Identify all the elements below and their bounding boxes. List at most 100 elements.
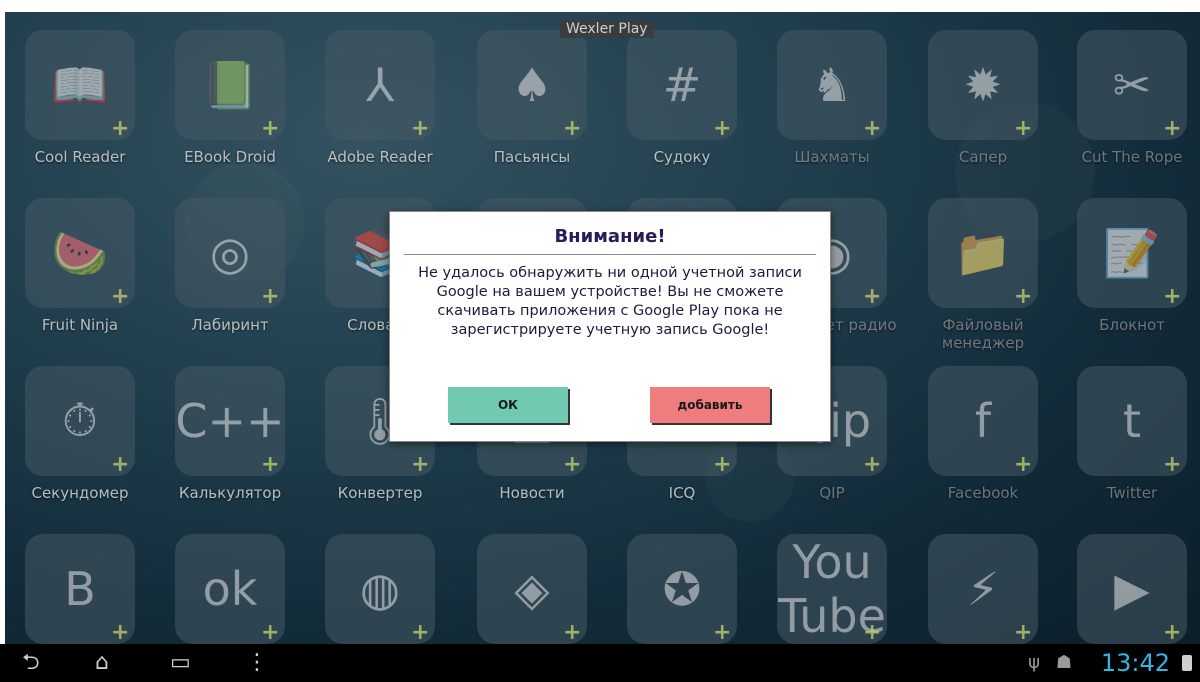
back-icon[interactable]: ⮌ — [22, 651, 40, 675]
install-plus-icon: + — [1163, 452, 1182, 477]
app-winamp[interactable]: ⚡ + — [908, 534, 1058, 652]
calculator-icon: C++ + — [175, 366, 285, 476]
app-navigator[interactable]: ✪ + — [607, 534, 757, 652]
home-icon[interactable]: ⌂ — [95, 651, 109, 675]
install-plus-icon: + — [411, 620, 430, 645]
window-title: Wexler Play — [560, 20, 654, 38]
app-vk[interactable]: B + — [5, 534, 155, 652]
app-facebook[interactable]: f + Facebook — [908, 366, 1058, 502]
app-sudoku[interactable]: # + Судоку — [607, 30, 757, 166]
app-labyrinth[interactable]: ◎ + Лабиринт — [155, 198, 305, 334]
install-plus-icon: + — [713, 116, 732, 141]
twitter-icon: t + — [1077, 366, 1187, 476]
dialog-separator — [404, 254, 816, 255]
app-maps[interactable]: ◈ + — [457, 534, 607, 652]
alert-dialog: Внимание! Не удалось обнаружить ни одной… — [389, 211, 831, 442]
install-plus-icon: + — [863, 284, 882, 309]
app-folder[interactable]: 📁 + Файловый менеджер — [908, 198, 1058, 352]
notepad-icon: 📝 + — [1077, 198, 1187, 308]
fruit-ninja-icon: 🍉 + — [25, 198, 135, 308]
app-label: Блокнот — [1099, 316, 1165, 334]
install-plus-icon: + — [411, 452, 430, 477]
install-plus-icon: + — [1014, 620, 1033, 645]
system-navigation-bar: ⮌ ⌂ ▭ ⋮ ψ ☗ 13:42 — [0, 644, 1200, 682]
app-label: ICQ — [668, 484, 696, 502]
menu-icon[interactable]: ⋮ — [246, 651, 268, 675]
navigator-icon: ✪ + — [627, 534, 737, 644]
app-ebook[interactable]: 📗 + EBook Droid — [155, 30, 305, 166]
cards-icon: ♠ + — [477, 30, 587, 140]
app-label: Файловый менеджер — [941, 316, 1025, 352]
install-plus-icon: + — [261, 116, 280, 141]
recent-apps-icon[interactable]: ▭ — [170, 651, 191, 675]
app-odnoklassniki[interactable]: ok + — [155, 534, 305, 652]
install-plus-icon: + — [863, 452, 882, 477]
usb-icon: ψ — [1028, 652, 1040, 673]
vk-icon: B + — [25, 534, 135, 644]
ok-button[interactable]: ОК — [448, 387, 568, 423]
install-plus-icon: + — [1014, 116, 1033, 141]
install-plus-icon: + — [713, 620, 732, 645]
clock[interactable]: 13:42 — [1101, 649, 1170, 677]
install-plus-icon: + — [261, 620, 280, 645]
app-browser[interactable]: ◍ + — [305, 534, 455, 652]
browser-icon: ◍ + — [325, 534, 435, 644]
app-twitter[interactable]: t + Twitter — [1057, 366, 1200, 502]
install-plus-icon: + — [863, 116, 882, 141]
app-label: Facebook — [947, 484, 1019, 502]
app-label: Конвертер — [337, 484, 423, 502]
stopwatch-icon: ⏱ + — [25, 366, 135, 476]
install-plus-icon: + — [713, 452, 732, 477]
app-label: Новости — [499, 484, 565, 502]
youtube-icon: You Tube + — [777, 534, 887, 645]
android-debug-icon: ☗ — [1055, 652, 1072, 673]
app-label: QIP — [819, 484, 845, 502]
battery-icon — [1182, 655, 1192, 671]
install-plus-icon: + — [1163, 284, 1182, 309]
install-plus-icon: + — [1014, 452, 1033, 477]
app-label: Секундомер — [31, 484, 129, 502]
add-account-button[interactable]: добавить — [650, 387, 770, 423]
labyrinth-icon: ◎ + — [175, 198, 285, 308]
install-plus-icon: + — [111, 452, 130, 477]
app-mine[interactable]: ✹ + Сапер — [908, 30, 1058, 166]
folder-icon: 📁 + — [928, 198, 1038, 308]
app-fruit-ninja[interactable]: 🍉 + Fruit Ninja — [5, 198, 155, 334]
app-label: Cool Reader — [34, 148, 126, 166]
app-cards[interactable]: ♠ + Пасьянсы — [457, 30, 607, 166]
video-player-icon: ▶ + — [1077, 534, 1187, 644]
app-pdf[interactable]: ⅄ + Adobe Reader — [305, 30, 455, 166]
cut-rope-icon: ✂ + — [1077, 30, 1187, 140]
install-plus-icon: + — [261, 452, 280, 477]
dialog-title: Внимание! — [554, 226, 666, 247]
ebook-icon: 📗 + — [175, 30, 285, 140]
pdf-icon: ⅄ + — [325, 30, 435, 140]
install-plus-icon: + — [1163, 116, 1182, 141]
mine-icon: ✹ + — [928, 30, 1038, 140]
app-label: Шахматы — [794, 148, 870, 166]
app-label: Судоку — [653, 148, 711, 166]
install-plus-icon: + — [1163, 620, 1182, 645]
app-label: EBook Droid — [184, 148, 276, 166]
app-notepad[interactable]: 📝 + Блокнот — [1057, 198, 1200, 334]
app-calculator[interactable]: C++ + Калькулятор — [155, 366, 305, 502]
app-youtube[interactable]: You Tube + — [757, 534, 907, 652]
install-plus-icon: + — [563, 620, 582, 645]
install-plus-icon: + — [111, 116, 130, 141]
install-plus-icon: + — [563, 116, 582, 141]
install-plus-icon: + — [111, 620, 130, 645]
app-cut-rope[interactable]: ✂ + Cut The Rope — [1057, 30, 1200, 166]
app-label: Adobe Reader — [327, 148, 433, 166]
app-book[interactable]: 📖 + Cool Reader — [5, 30, 155, 166]
app-video-player[interactable]: ▶ + — [1057, 534, 1200, 652]
app-stopwatch[interactable]: ⏱ + Секундомер — [5, 366, 155, 502]
install-plus-icon: + — [863, 620, 882, 645]
dialog-message: Не удалось обнаружить ни одной учетной з… — [418, 265, 802, 338]
app-label: Cut The Rope — [1081, 148, 1183, 166]
app-label: Пасьянсы — [493, 148, 571, 166]
app-label: Сапер — [958, 148, 1008, 166]
chess-icon: ♞ + — [777, 30, 887, 140]
app-chess[interactable]: ♞ + Шахматы — [757, 30, 907, 166]
app-label: Калькулятор — [178, 484, 282, 502]
install-plus-icon: + — [1014, 284, 1033, 309]
